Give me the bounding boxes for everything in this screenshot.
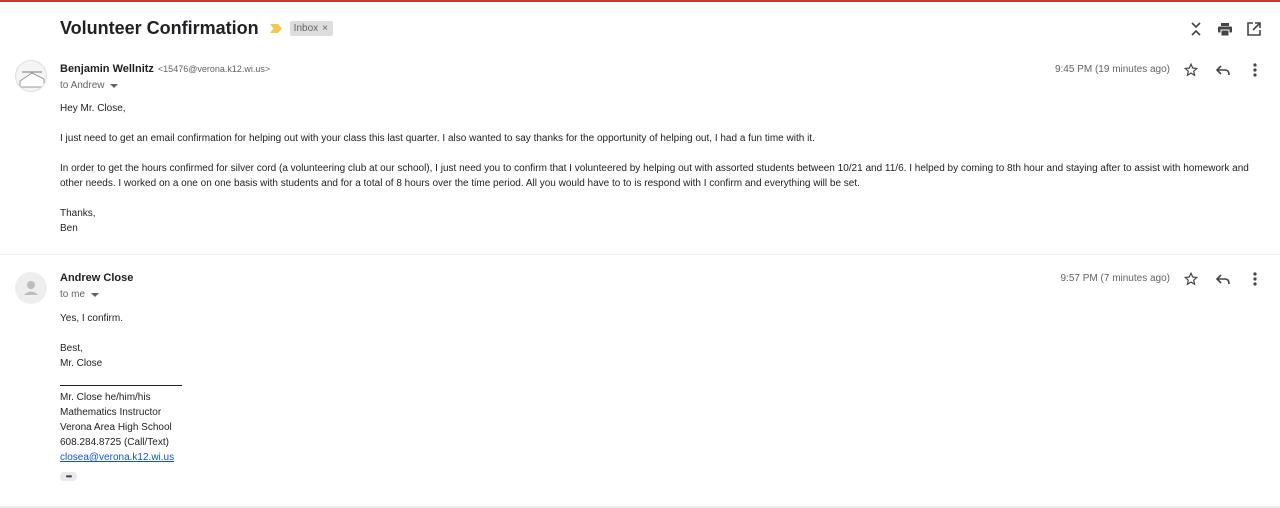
- body-paragraph: Yes, I confirm.: [60, 313, 123, 324]
- body-paragraph: Best,: [60, 343, 83, 354]
- chevron-down-icon: [110, 83, 119, 88]
- message-timestamp: 9:45 PM (19 minutes ago): [1054, 64, 1170, 75]
- important-marker-icon[interactable]: [269, 23, 282, 33]
- show-trimmed-content-button[interactable]: •••: [60, 472, 77, 481]
- sender-name[interactable]: Benjamin Wellnitz: [60, 63, 154, 75]
- collapse-all-icon[interactable]: [1181, 18, 1210, 40]
- print-icon[interactable]: [1210, 18, 1239, 40]
- signature-line: Mathematics Instructor: [60, 407, 162, 418]
- signature-divider: [60, 385, 182, 386]
- open-in-new-window-icon[interactable]: [1239, 18, 1268, 40]
- thread-toolbar: [1181, 18, 1268, 40]
- recipient-label: to me: [60, 289, 86, 300]
- top-accent-line: [0, 0, 1280, 2]
- signature-line: 608.284.8725 (Call/Text): [60, 437, 169, 448]
- reply-icon[interactable]: [1207, 268, 1239, 290]
- message-actions: [1175, 59, 1271, 81]
- sender-email: <15476@verona.k12.wi.us>: [157, 64, 271, 74]
- more-options-icon[interactable]: [1239, 268, 1271, 290]
- recipient-label: to Andrew: [60, 80, 105, 91]
- signature-email-link[interactable]: closea@verona.k12.wi.us: [60, 452, 174, 463]
- body-paragraph: In order to get the hours confirmed for …: [60, 163, 1249, 189]
- body-paragraph: Hey Mr. Close,: [60, 103, 126, 114]
- signature-line: Mr. Close he/him/his: [60, 392, 151, 403]
- reply-icon[interactable]: [1207, 59, 1239, 81]
- message-divider: [0, 254, 1280, 255]
- label-chip-inbox: Inbox ×: [289, 20, 333, 36]
- thread-header: Volunteer Confirmation Inbox ×: [60, 17, 333, 39]
- message-actions: [1175, 268, 1271, 290]
- ellipsis-icon: •••: [65, 472, 72, 481]
- sender-name[interactable]: Andrew Close: [60, 272, 133, 284]
- message-body: Yes, I confirm. Best, Mr. Close Mr. Clos…: [60, 311, 1260, 465]
- body-paragraph: Mr. Close: [60, 358, 103, 369]
- label-chip-text: Inbox: [293, 22, 319, 34]
- body-paragraph: Thanks,: [60, 208, 96, 219]
- message-body: Hey Mr. Close, I just need to get an ema…: [60, 101, 1260, 236]
- sender-line: Andrew Close: [60, 272, 133, 284]
- signature-line: Verona Area High School: [60, 422, 172, 433]
- body-paragraph: Ben: [60, 223, 78, 234]
- chevron-down-icon: [91, 292, 100, 297]
- avatar[interactable]: [15, 272, 47, 304]
- thread-subject: Volunteer Confirmation: [60, 17, 259, 38]
- remove-label-button[interactable]: ×: [322, 23, 328, 34]
- recipient-dropdown[interactable]: to Andrew: [60, 80, 119, 91]
- more-options-icon[interactable]: [1239, 59, 1271, 81]
- message-timestamp: 9:57 PM (7 minutes ago): [1060, 273, 1171, 284]
- body-paragraph: I just need to get an email confirmation…: [60, 133, 815, 144]
- avatar[interactable]: [15, 60, 47, 92]
- star-icon[interactable]: [1175, 59, 1207, 81]
- star-icon[interactable]: [1175, 268, 1207, 290]
- recipient-dropdown[interactable]: to me: [60, 289, 100, 300]
- sender-line: Benjamin Wellnitz <15476@verona.k12.wi.u…: [60, 63, 270, 75]
